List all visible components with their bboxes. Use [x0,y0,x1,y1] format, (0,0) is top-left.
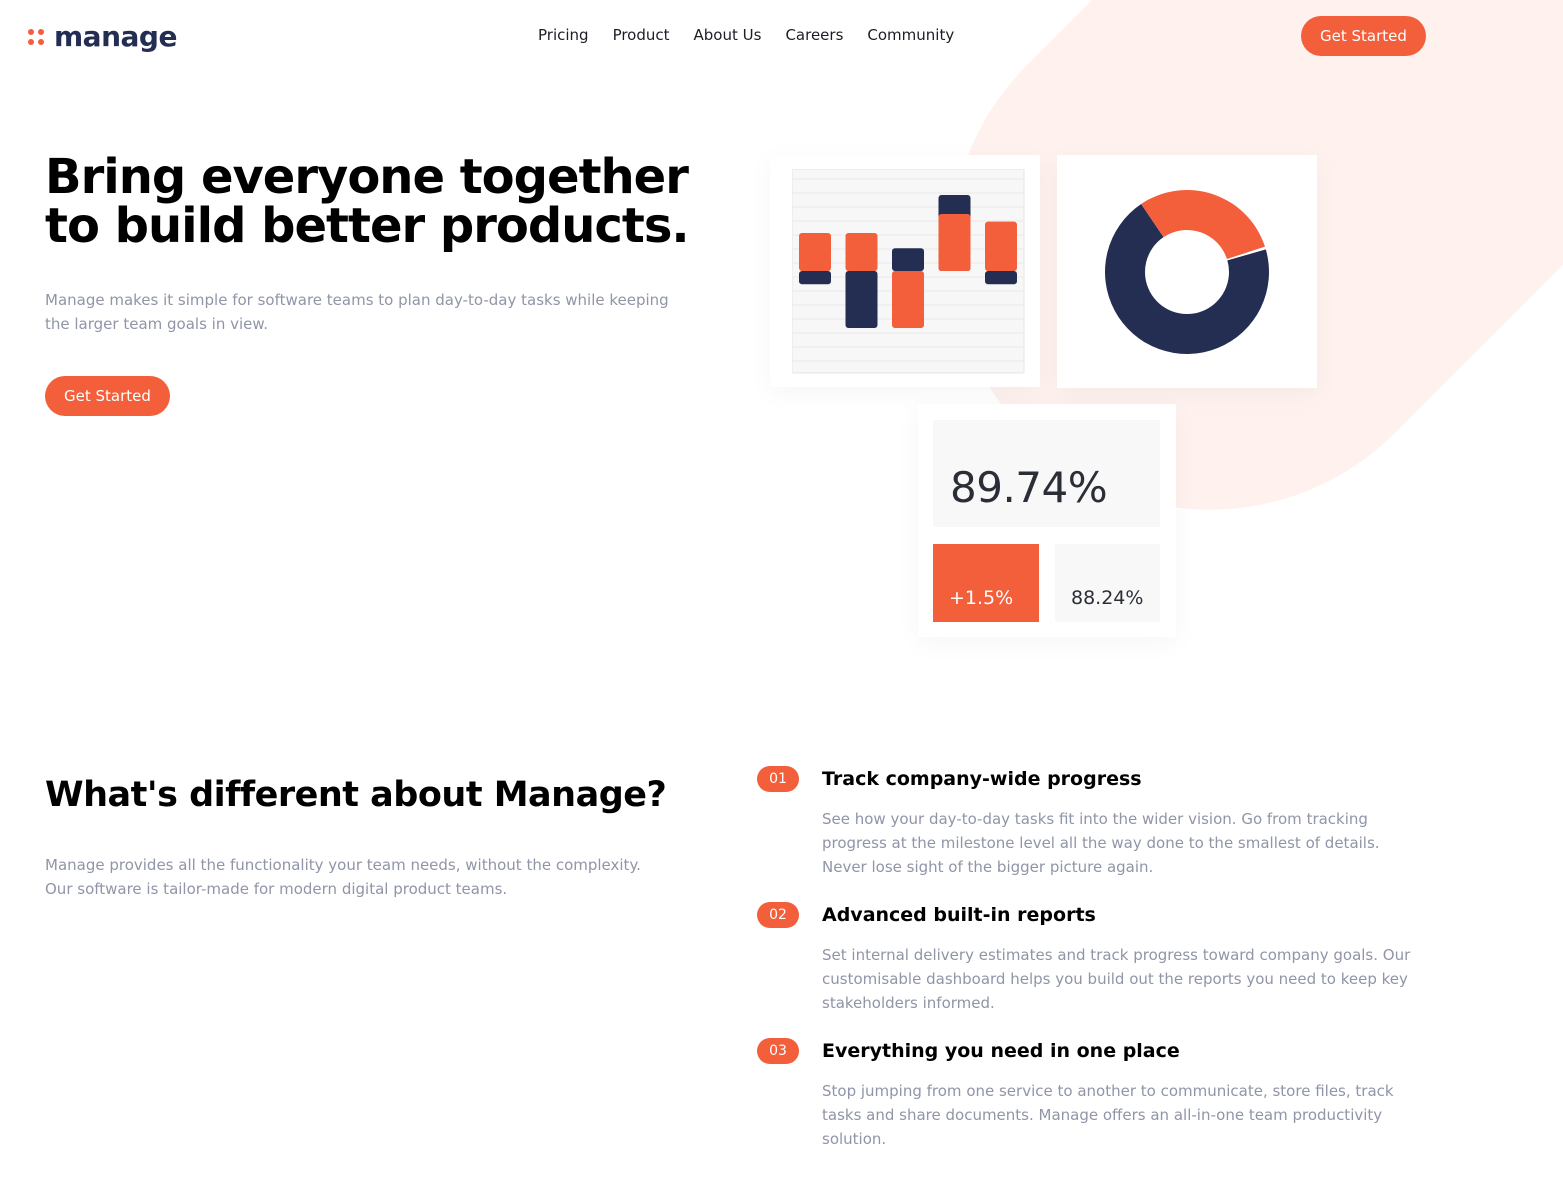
bar-segment [985,271,1017,285]
bar-segment [845,233,878,271]
bar-segment [845,271,878,328]
bar-segment [892,248,924,271]
hero-description: Manage makes it simple for software team… [45,291,669,333]
feature-title: Advanced built-in reports [822,904,1096,926]
main-stat-value: 89.74% [950,463,1108,512]
feature-description: Set internal delivery estimates and trac… [822,946,1411,1012]
secondary-stat-box: 88.24% [1055,544,1160,622]
bar-chart [792,169,1025,374]
feature-number-badge: 02 [757,902,799,928]
feature-title: Everything you need in one place [822,1040,1180,1062]
nav-link-pricing[interactable]: Pricing [538,26,589,44]
features-section-title: What's different about Manage? [45,775,667,815]
donut-chart [1105,190,1269,354]
feature-title: Track company-wide progress [822,768,1142,790]
nav-link-product[interactable]: Product [613,26,670,44]
donut-segment-orange [1141,190,1265,260]
bar-segment [938,214,971,271]
header-get-started-button[interactable]: Get Started [1301,16,1426,56]
nav-link-community[interactable]: Community [867,26,954,44]
stats-card: 89.74% +1.5% 88.24% [918,404,1176,637]
bar-segment [799,271,831,285]
hero-get-started-button[interactable]: Get Started [45,376,170,416]
logo-dots-icon [28,28,44,45]
donut-chart-card [1057,155,1317,388]
secondary-stat-value: 88.24% [1071,587,1144,609]
bar-segment [892,271,924,328]
logo-text: manage [54,20,177,53]
main-nav: Pricing Product About Us Careers Communi… [538,26,954,44]
main-stat-box: 89.74% [933,420,1160,527]
bar-chart-card [770,155,1040,387]
change-stat-value: +1.5% [949,587,1014,609]
feature-description: Stop jumping from one service to another… [822,1082,1394,1148]
nav-link-careers[interactable]: Careers [785,26,843,44]
features-section-description: Manage provides all the functionality yo… [45,856,641,898]
change-stat-box: +1.5% [933,544,1039,622]
bar-segment [799,233,831,271]
hero-title: Bring everyone together to build better … [45,149,690,254]
feature-number-badge: 03 [757,1038,799,1064]
feature-description: See how your day-to-day tasks fit into t… [822,810,1380,876]
nav-link-about-us[interactable]: About Us [694,26,762,44]
logo[interactable]: manage [28,20,177,53]
feature-number-badge: 01 [757,766,799,792]
bar-segment [985,221,1017,271]
